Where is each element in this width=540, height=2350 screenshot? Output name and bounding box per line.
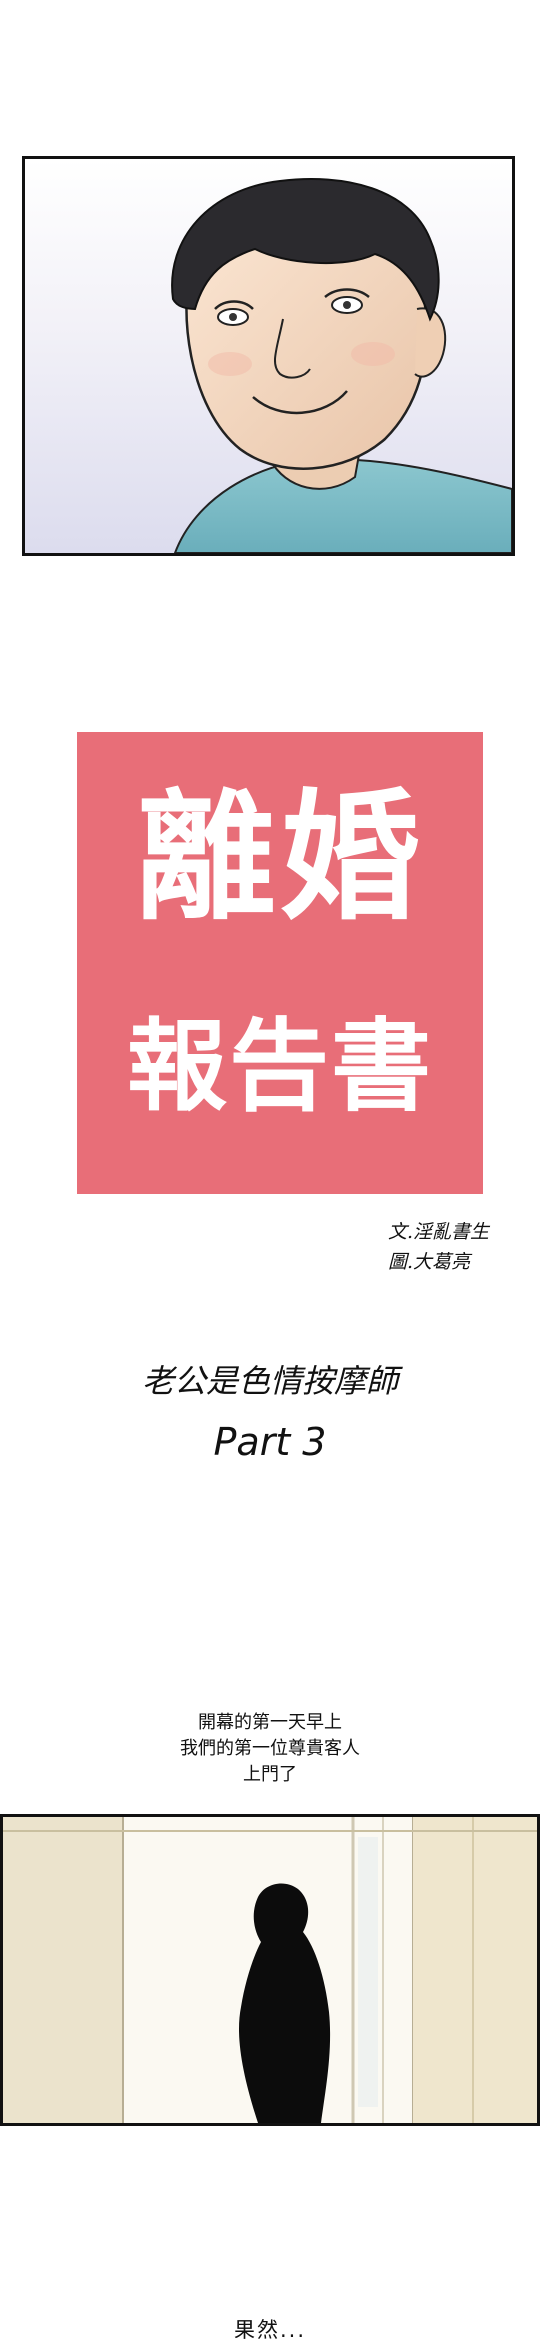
ending-text: 果然...: [233, 2318, 307, 2342]
narration-caption: 開幕的第一天早上 我們的第一位尊貴客人 上門了: [0, 1710, 540, 1788]
title-line-2: 報告書: [127, 1008, 433, 1125]
caption-line: 我們的第一位尊貴客人: [180, 1738, 360, 1759]
episode-part: Part 3: [213, 1420, 327, 1464]
title-line-1: 離婚: [135, 777, 424, 940]
credit-artist: 圖.大葛亮: [388, 1251, 471, 1273]
comic-panel-doorway: [0, 1814, 540, 2126]
caption-line: 開幕的第一天早上: [198, 1712, 342, 1733]
comic-panel-man: [22, 156, 515, 556]
caption-line: 上門了: [243, 1764, 297, 1785]
episode-subtitle: 老公是色情按摩師: [141, 1362, 398, 1400]
man-illustration: [171, 178, 512, 553]
title-block: 離婚 報告書: [77, 732, 483, 1194]
doorway-illustration: [3, 1817, 537, 2123]
credit-writer: 文.淫亂書生: [388, 1221, 490, 1243]
